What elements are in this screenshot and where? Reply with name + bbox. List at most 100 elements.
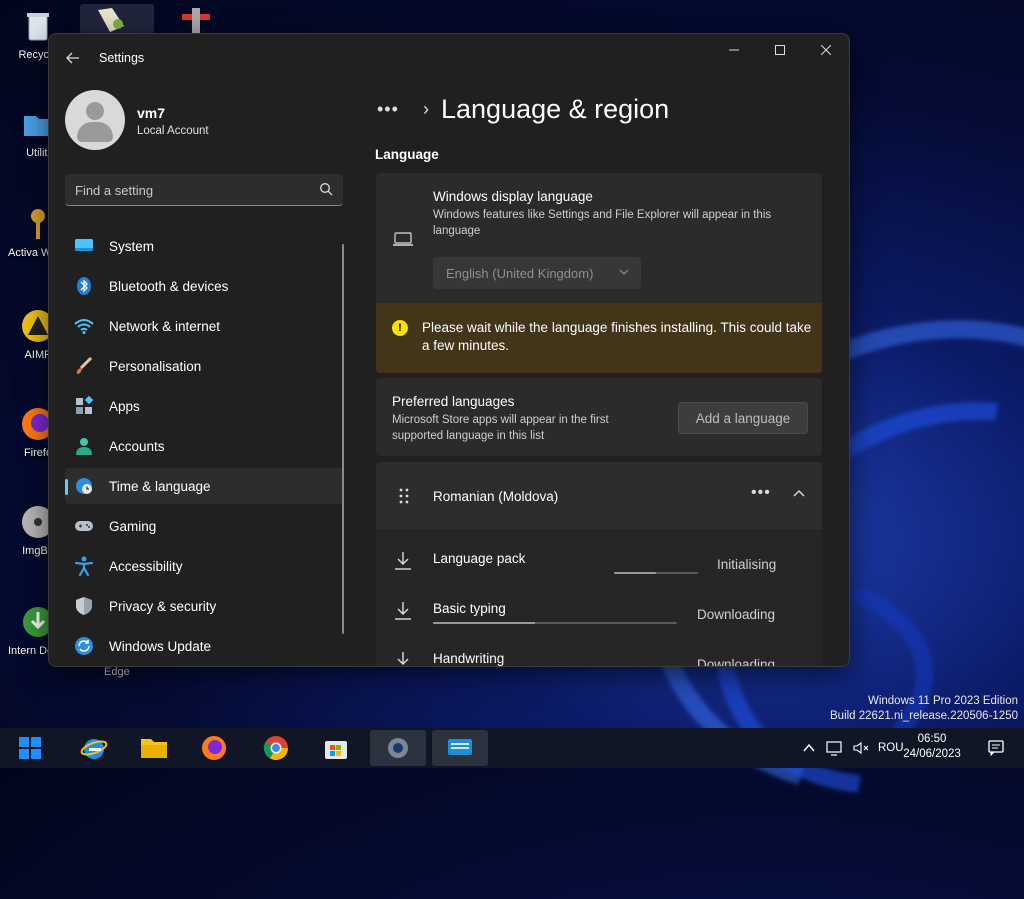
clock-time: 06:50 [917, 733, 947, 745]
sidebar-item-accessibility[interactable]: Accessibility [65, 548, 343, 584]
feature-status: Initialising [717, 557, 777, 572]
taskbar-internet-explorer[interactable] [74, 730, 114, 766]
sidebar-item-bluetooth[interactable]: Bluetooth & devices [65, 268, 343, 304]
sidebar-scrollbar[interactable] [342, 244, 344, 634]
chrome-icon [263, 736, 288, 761]
sidebar-item-label: Accounts [109, 438, 165, 454]
chevron-down-icon [619, 269, 629, 275]
maximize-button[interactable] [757, 34, 803, 66]
update-icon [75, 637, 93, 655]
sidebar-item-windows-update[interactable]: Windows Update [65, 628, 343, 664]
globe-clock-icon [76, 478, 92, 494]
avatar[interactable] [65, 90, 125, 150]
start-button[interactable] [10, 730, 50, 766]
sidebar-nav: System Bluetooth & devices Network & int… [65, 228, 343, 666]
sidebar-item-personalisation[interactable]: Personalisation [65, 348, 343, 384]
accounts-icon [76, 438, 92, 455]
display-language-dropdown[interactable]: English (United Kingdom) [433, 257, 641, 289]
download-icon [397, 652, 409, 665]
sidebar-item-label: Time & language [109, 478, 211, 494]
avatar-body [77, 122, 113, 142]
arrow-left-icon [66, 52, 79, 64]
chevron-up-icon[interactable] [792, 486, 806, 500]
gamepad-icon [75, 521, 93, 531]
feature-handwriting: Handwriting Downloading [376, 639, 822, 666]
avatar-head [86, 102, 104, 120]
search-input[interactable] [65, 174, 317, 206]
display-icon[interactable] [826, 740, 844, 756]
taskbar-clock[interactable]: 06:50 24/06/2023 [896, 732, 968, 762]
feature-name: Handwriting [433, 651, 505, 666]
language-more-options-button[interactable]: ••• [751, 484, 771, 502]
volume-muted-icon[interactable] [852, 740, 870, 756]
taskbar-file-explorer[interactable] [134, 730, 174, 766]
system-tray: ROU [802, 728, 904, 768]
brush-icon [76, 356, 93, 374]
store-icon [325, 741, 347, 759]
sidebar-item-network[interactable]: Network & internet [65, 308, 343, 344]
app-title: Settings [99, 51, 145, 65]
install-warning-text: Please wait while the language finishes … [422, 320, 812, 353]
drag-handle-icon[interactable] [398, 488, 410, 504]
install-warning-banner: ! Please wait while the language finishe… [376, 303, 822, 373]
gear-icon [388, 738, 408, 758]
page-title: Language & region [441, 94, 670, 124]
breadcrumb: ••• › Language & region [377, 94, 669, 125]
taskbar-firefox[interactable] [194, 730, 234, 766]
sidebar-item-gaming[interactable]: Gaming [65, 508, 343, 544]
display-language-title: Windows display language [433, 189, 593, 204]
sidebar-item-label: Gaming [109, 518, 157, 534]
preferred-languages-title: Preferred languages [392, 394, 515, 409]
search-box[interactable] [65, 174, 343, 206]
sidebar-item-time-language[interactable]: Time & language [65, 468, 343, 504]
back-button[interactable] [61, 46, 85, 70]
sidebar-item-label: Apps [109, 398, 140, 414]
feature-name: Basic typing [433, 601, 506, 616]
feature-name: Language pack [433, 551, 526, 566]
sidebar-item-system[interactable]: System [65, 228, 343, 264]
sidebar-item-accounts[interactable]: Accounts [65, 428, 343, 464]
language-feature-list: Language pack Initialising Basic typing … [376, 531, 822, 666]
close-button[interactable] [803, 34, 849, 66]
minimize-button[interactable] [711, 34, 757, 66]
warning-icon: ! [392, 320, 408, 336]
feature-progress-fill [614, 572, 656, 574]
taskbar-microsoft-store[interactable] [316, 730, 356, 766]
taskbar-keyboard-app[interactable] [432, 730, 488, 766]
taskbar-settings[interactable] [370, 730, 426, 766]
section-heading-language: Language [375, 147, 439, 162]
sidebar-item-label: Windows Update [109, 638, 212, 654]
sidebar-item-label: Privacy & security [109, 598, 217, 614]
firefox-icon [202, 736, 226, 760]
desktop-icon-selected[interactable] [80, 4, 154, 34]
feature-progress-bar [614, 572, 698, 574]
download-icon [395, 552, 411, 570]
taskbar: ROU 06:50 24/06/2023 [0, 728, 1024, 768]
feature-progress-bar [433, 622, 677, 624]
chevron-up-icon[interactable] [802, 741, 816, 755]
add-language-button[interactable]: Add a language [678, 402, 808, 434]
wifi-icon [74, 319, 94, 334]
sidebar-item-privacy-security[interactable]: Privacy & security [65, 588, 343, 624]
desktop-icon-tool[interactable] [176, 8, 216, 34]
folder-icon [141, 739, 167, 758]
preferred-languages-card: Preferred languages Microsoft Store apps… [376, 378, 822, 456]
search-icon[interactable] [319, 182, 333, 196]
tool-icon [182, 8, 210, 34]
language-entry-romanian-moldova[interactable]: Romanian (Moldova) ••• [376, 462, 822, 530]
system-icon [75, 239, 93, 251]
breadcrumb-more-button[interactable]: ••• [377, 99, 407, 120]
sidebar-item-apps[interactable]: Apps [65, 388, 343, 424]
user-name: vm7 [137, 105, 166, 121]
user-account-type: Local Account [137, 125, 209, 137]
accessibility-icon [74, 556, 94, 577]
windows-watermark: Windows 11 Pro 2023 Edition Build 22621.… [830, 695, 1018, 722]
display-language-selected: English (United Kingdom) [446, 265, 594, 281]
feature-status: Downloading [697, 607, 776, 622]
sidebar-item-label: Network & internet [109, 318, 221, 334]
notification-icon [988, 740, 1004, 757]
notification-center-button[interactable] [980, 730, 1012, 766]
taskbar-chrome[interactable] [256, 730, 296, 766]
title-bar: Settings [49, 34, 849, 82]
sidebar-item-label: System [109, 238, 155, 254]
